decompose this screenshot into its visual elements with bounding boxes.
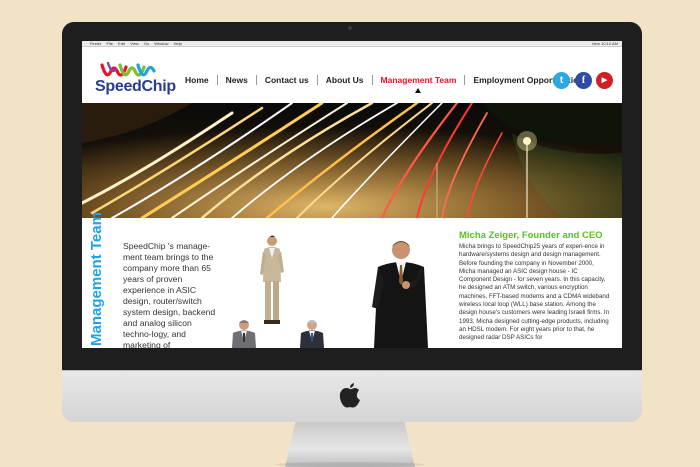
active-indicator-icon: [415, 88, 422, 93]
nav-management-team[interactable]: Management Team: [373, 75, 465, 93]
stand-shadow: [275, 462, 425, 467]
team-member-photo[interactable]: [300, 319, 324, 348]
os-clock: Mon 10:10 AM: [592, 41, 618, 46]
facebook-icon[interactable]: f: [575, 72, 592, 89]
os-menu-item[interactable]: View: [130, 41, 139, 46]
os-menu-item[interactable]: Edit: [118, 41, 125, 46]
os-menu-item[interactable]: Go: [144, 41, 149, 46]
nav-news[interactable]: News: [218, 75, 256, 85]
team-member-photo[interactable]: [232, 319, 256, 348]
nav-employment-opportunities[interactable]: Employment Opportunities: [465, 75, 590, 85]
screen: Finder File Edit View Go Window Help Mon…: [82, 41, 622, 348]
apple-logo-icon: [339, 383, 360, 408]
team-member-photo[interactable]: [260, 234, 284, 326]
os-menu-item[interactable]: File: [106, 41, 112, 46]
main-nav: Home News Contact us About Us Management…: [177, 73, 591, 93]
brand-name[interactable]: SpeedChip: [95, 78, 176, 96]
ceo-name-heading: Micha Zeiger, Founder and CEO: [459, 230, 603, 241]
twitter-icon[interactable]: t: [553, 72, 570, 89]
os-menu-item[interactable]: Window: [154, 41, 168, 46]
monitor-stand: [285, 422, 415, 467]
os-menu-bar: Finder File Edit View Go Window Help Mon…: [82, 41, 622, 47]
webcam: [348, 26, 352, 30]
imac-mockup: Finder File Edit View Go Window Help Mon…: [0, 0, 700, 467]
page-heading: Management Team: [88, 212, 105, 346]
os-menu-item[interactable]: Help: [174, 41, 182, 46]
hero-image: [82, 103, 622, 218]
nav-home[interactable]: Home: [177, 75, 217, 85]
intro-text: SpeedChip 's manage-ment team brings to …: [123, 241, 216, 348]
nav-about-us[interactable]: About Us: [318, 75, 372, 85]
nav-contact-us[interactable]: Contact us: [257, 75, 317, 85]
ceo-photo[interactable]: [372, 237, 430, 348]
youtube-icon[interactable]: ▶: [596, 72, 613, 89]
ceo-bio-text: Micha brings to SpeedChip25 years of exp…: [459, 243, 610, 342]
os-menu-item[interactable]: Finder: [90, 41, 101, 46]
nav-management-team-label: Management Team: [380, 75, 457, 85]
